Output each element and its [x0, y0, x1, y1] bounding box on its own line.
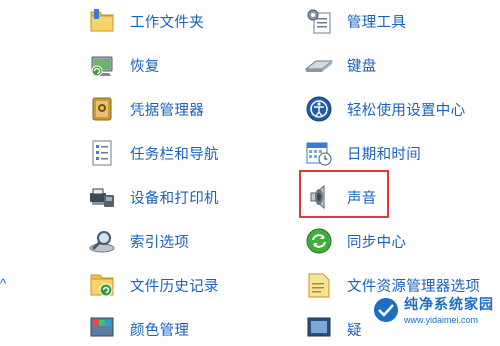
item-devices-printers[interactable]: 设备和打印机 [88, 180, 219, 214]
item-label: 设备和打印机 [130, 190, 219, 207]
item-credential-manager[interactable]: 凭据管理器 [88, 92, 204, 126]
printer-icon [90, 188, 114, 207]
file-history-icon [90, 274, 114, 297]
item-label: 同步中心 [347, 234, 407, 251]
watermark: 纯净系统家园 www.yidaimei.com [373, 294, 494, 325]
item-label: 工作文件夹 [130, 14, 204, 31]
item-label: 文件资源管理器选项 [347, 278, 481, 295]
calendar-clock-icon [306, 142, 332, 166]
taskbar-icon [92, 140, 112, 166]
folder-options-icon [308, 273, 330, 298]
recovery-icon [91, 56, 113, 77]
work-folder-icon [90, 9, 114, 32]
item-label: 任务栏和导航 [130, 146, 219, 163]
watermark-title: 纯净系统家园 [404, 297, 494, 313]
item-label: 凭据管理器 [130, 102, 204, 119]
item-label: 疑 [347, 322, 362, 339]
item-color-management[interactable]: 颜色管理 [88, 312, 189, 346]
item-recovery[interactable]: 恢复 [88, 48, 160, 82]
item-admin-tools[interactable]: 管理工具 [305, 4, 406, 38]
item-date-time[interactable]: 日期和时间 [305, 136, 421, 170]
item-label: 索引选项 [130, 234, 190, 251]
admin-tools-icon [307, 9, 331, 34]
sync-icon [306, 228, 332, 254]
highlight-box [299, 170, 389, 218]
item-sync-center[interactable]: 同步中心 [305, 224, 406, 258]
left-edge-fragment: ^ [0, 276, 7, 291]
item-label: 恢复 [130, 58, 160, 75]
item-file-history[interactable]: 文件历史记录 [88, 268, 219, 302]
item-label: 管理工具 [347, 14, 407, 31]
watermark-url: www.yidaimei.com [404, 315, 479, 325]
credential-manager-icon [92, 97, 112, 121]
item-label: 日期和时间 [347, 146, 421, 163]
keyboard-icon [305, 60, 333, 72]
item-label: 轻松使用设置中心 [347, 102, 466, 119]
item-ease-of-access[interactable]: 轻松使用设置中心 [305, 92, 465, 126]
troubleshoot-icon [307, 317, 331, 337]
item-keyboard[interactable]: 键盘 [305, 48, 377, 82]
item-label: 文件历史记录 [130, 278, 219, 295]
item-troubleshoot[interactable]: 疑 [305, 312, 362, 346]
item-taskbar-navigation[interactable]: 任务栏和导航 [88, 136, 219, 170]
color-management-icon [90, 317, 114, 337]
item-label: 颜色管理 [130, 322, 190, 339]
item-work-folders[interactable]: 工作文件夹 [88, 4, 204, 38]
ease-of-access-icon [306, 96, 332, 122]
watermark-logo-icon [374, 297, 398, 322]
indexing-icon [89, 231, 115, 253]
item-label: 键盘 [347, 58, 377, 75]
item-indexing-options[interactable]: 索引选项 [88, 224, 189, 258]
